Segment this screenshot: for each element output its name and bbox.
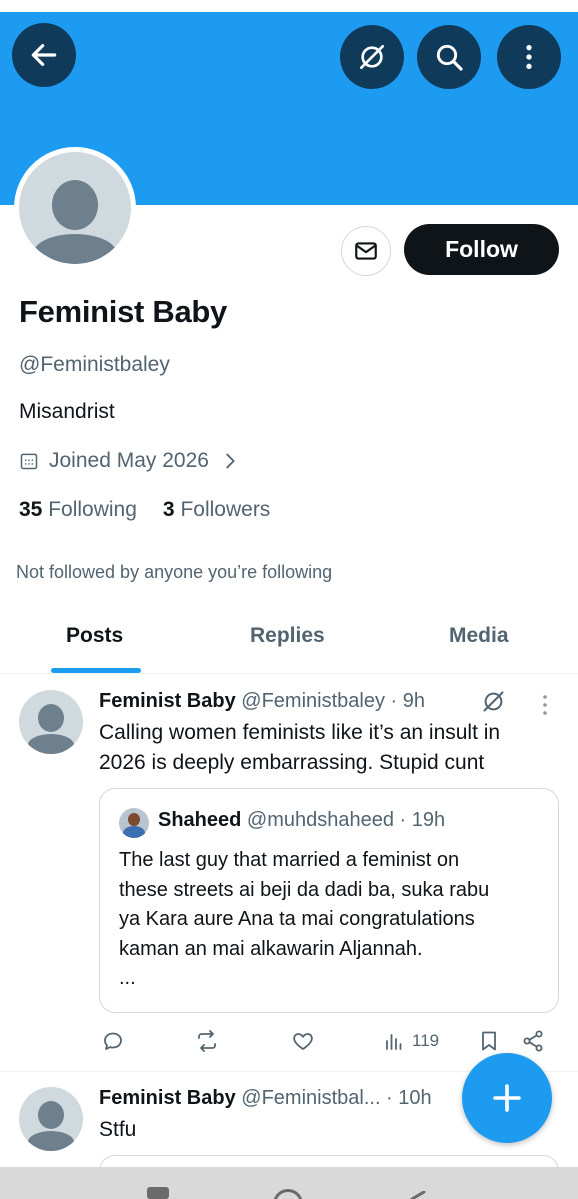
active-tab-indicator [51, 668, 141, 673]
profile-handle: @Feministbaley [19, 353, 170, 376]
compose-button[interactable] [462, 1053, 552, 1143]
post-header: Feminist Baby @Feministbal... · 10h [99, 1087, 432, 1110]
profile-avatar[interactable] [14, 147, 136, 269]
quote-text-line: ya Kara aure Ana ta mai congratulations [119, 908, 475, 930]
chevron-right-icon[interactable] [219, 450, 241, 472]
quote-header: Shaheed @muhdshaheed · 19h [158, 809, 445, 832]
profile-name: Feminist Baby [19, 294, 227, 329]
back-nav-icon[interactable] [410, 1191, 432, 1199]
profile-tabs: Posts Replies Media [0, 610, 578, 674]
joined-date: Joined May 2026 [49, 449, 209, 472]
bar-chart-icon [386, 1034, 402, 1050]
followers-link[interactable]: 3 Followers [163, 498, 270, 522]
arrow-left-icon [31, 44, 57, 66]
search-button[interactable] [417, 25, 481, 89]
post-more-icon[interactable] [533, 692, 557, 718]
slash-circle-icon[interactable] [480, 688, 507, 715]
post-handle-time: @Feministbal... · 10h [241, 1087, 432, 1109]
quote-author: Shaheed [158, 809, 242, 831]
quote-avatar [119, 808, 149, 838]
quote-text-line: ... [119, 967, 136, 989]
reply-button[interactable] [101, 1029, 125, 1053]
views-button[interactable]: 119 [382, 1029, 439, 1053]
followers-label: Followers [180, 498, 271, 521]
joined-date-row: Joined May 2026 [19, 449, 241, 473]
back-button[interactable] [12, 23, 76, 87]
post-text: Calling women feminists like it’s an ins… [99, 718, 500, 778]
views-count: 119 [412, 1031, 440, 1050]
bookmark-icon [482, 1031, 496, 1051]
post-author[interactable]: Feminist Baby [99, 1087, 236, 1109]
follow-button[interactable]: Follow [404, 224, 559, 275]
slash-circle-icon [360, 45, 384, 69]
following-label: Following [48, 498, 137, 521]
profile-bio: Misandrist [19, 400, 115, 423]
post-avatar[interactable] [19, 690, 83, 754]
recents-icon[interactable] [147, 1187, 169, 1199]
default-avatar-icon [19, 152, 131, 264]
share-icon [523, 1030, 543, 1052]
quote-text-line: kaman an mai alkawarin Aljannah. [119, 937, 423, 960]
quote-text: The last guy that married a feminist on … [119, 846, 549, 994]
reply-icon [104, 1032, 122, 1050]
quote-handle-time: @muhdshaheed · 19h [246, 809, 446, 831]
bookmark-button[interactable] [477, 1029, 501, 1053]
quoted-post[interactable]: Shaheed @muhdshaheed · 19h The last guy … [99, 788, 559, 1013]
post-header: Feminist Baby @Feministbaley · 9h [99, 690, 425, 713]
post-text-line: 2026 is deeply embarrassing. Stupid cunt [99, 751, 485, 774]
calendar-icon [20, 453, 38, 470]
repost-icon [198, 1030, 216, 1052]
not-followed-note: Not followed by anyone you’re following [16, 562, 333, 582]
tab-replies[interactable]: Replies [250, 624, 325, 648]
post-actions: 119 [99, 1025, 559, 1059]
follow-counts: 35 Following 3 Followers [19, 498, 270, 522]
envelope-icon [355, 242, 377, 260]
more-options-button[interactable] [497, 25, 561, 89]
home-icon[interactable] [273, 1189, 303, 1199]
post-text-line: Calling women feminists like it’s an ins… [99, 721, 501, 744]
plus-icon [493, 1084, 521, 1112]
followers-count: 3 [162, 498, 175, 521]
post-author[interactable]: Feminist Baby [99, 690, 236, 712]
more-vertical-icon [526, 45, 532, 69]
heart-icon [293, 1033, 313, 1050]
post-avatar[interactable] [19, 1087, 83, 1151]
tab-media[interactable]: Media [449, 624, 509, 648]
system-nav-bar [0, 1167, 578, 1199]
search-icon [436, 44, 463, 71]
tab-posts[interactable]: Posts [66, 624, 123, 648]
post-text: Stfu [99, 1118, 137, 1141]
quote-text-line: these streets ai beji da dadi ba, suka r… [119, 878, 490, 901]
following-count: 35 [19, 498, 43, 521]
quote-text-line: The last guy that married a feminist on [119, 849, 460, 871]
message-button[interactable] [341, 226, 391, 276]
following-link[interactable]: 35 Following [19, 498, 137, 522]
grok-button[interactable] [340, 25, 404, 89]
like-button[interactable] [291, 1029, 315, 1053]
repost-button[interactable] [195, 1029, 219, 1053]
share-button[interactable] [521, 1029, 545, 1053]
status-bar [0, 0, 578, 12]
post-handle-time: @Feministbaley · 9h [241, 690, 425, 712]
